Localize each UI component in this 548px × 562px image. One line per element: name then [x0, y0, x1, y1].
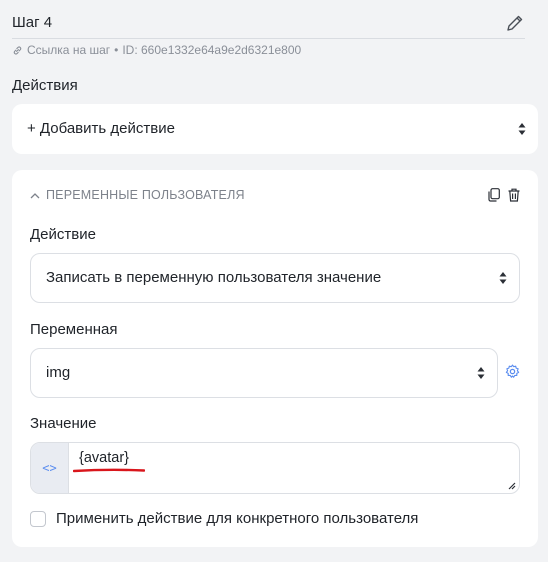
action-type-select[interactable]: Записать в переменную пользователя значе…	[30, 253, 520, 303]
add-action-select[interactable]: + Добавить действие	[12, 104, 538, 154]
sort-arrows-icon	[477, 367, 485, 379]
specific-user-checkbox[interactable]	[30, 510, 46, 527]
resize-handle-icon[interactable]	[506, 480, 516, 490]
link-icon	[13, 45, 22, 55]
specific-user-checkbox-row[interactable]: Применить действие для конкретного польз…	[30, 510, 418, 527]
action-card-header[interactable]: ПЕРЕМЕННЫЕ ПОЛЬЗОВАТЕЛЯ	[30, 188, 245, 202]
sort-arrows-icon	[518, 123, 526, 135]
action-field-label: Действие	[30, 226, 96, 243]
copy-icon[interactable]	[488, 188, 500, 202]
chevron-up-icon	[30, 192, 40, 198]
step-header: Шаг 4	[12, 10, 525, 39]
value-text: {avatar}	[79, 450, 129, 466]
sort-arrows-icon	[499, 272, 507, 284]
trash-icon[interactable]	[508, 188, 520, 202]
variable-select[interactable]: img	[30, 348, 498, 398]
variable-field-label: Переменная	[30, 321, 118, 338]
value-input[interactable]: <> {avatar}	[30, 442, 520, 494]
variable-value: img	[46, 364, 71, 381]
action-type-value: Записать в переменную пользователя значе…	[46, 269, 382, 286]
separator-dot: •	[114, 43, 119, 57]
value-field-label: Значение	[30, 415, 97, 432]
actions-section-label: Действия	[12, 77, 78, 94]
step-id: ID: 660e1332e64a9e2d6321e800	[122, 43, 302, 57]
add-action-label: + Добавить действие	[27, 120, 175, 137]
action-card: ПЕРЕМЕННЫЕ ПОЛЬЗОВАТЕЛЯ Действие Записат…	[12, 170, 538, 547]
gear-icon[interactable]	[505, 364, 520, 379]
red-underline-annotation	[73, 468, 145, 473]
specific-user-checkbox-label: Применить действие для конкретного польз…	[56, 510, 419, 527]
action-card-title: ПЕРЕМЕННЫЕ ПОЛЬЗОВАТЕЛЯ	[46, 188, 245, 202]
step-title: Шаг 4	[12, 14, 53, 31]
step-link-row: Ссылка на шаг • ID: 660e1332e64a9e2d6321…	[12, 43, 301, 57]
code-icon[interactable]: <>	[31, 443, 69, 493]
step-link[interactable]: Ссылка на шаг	[27, 43, 110, 57]
edit-pencil-icon[interactable]	[505, 13, 525, 33]
